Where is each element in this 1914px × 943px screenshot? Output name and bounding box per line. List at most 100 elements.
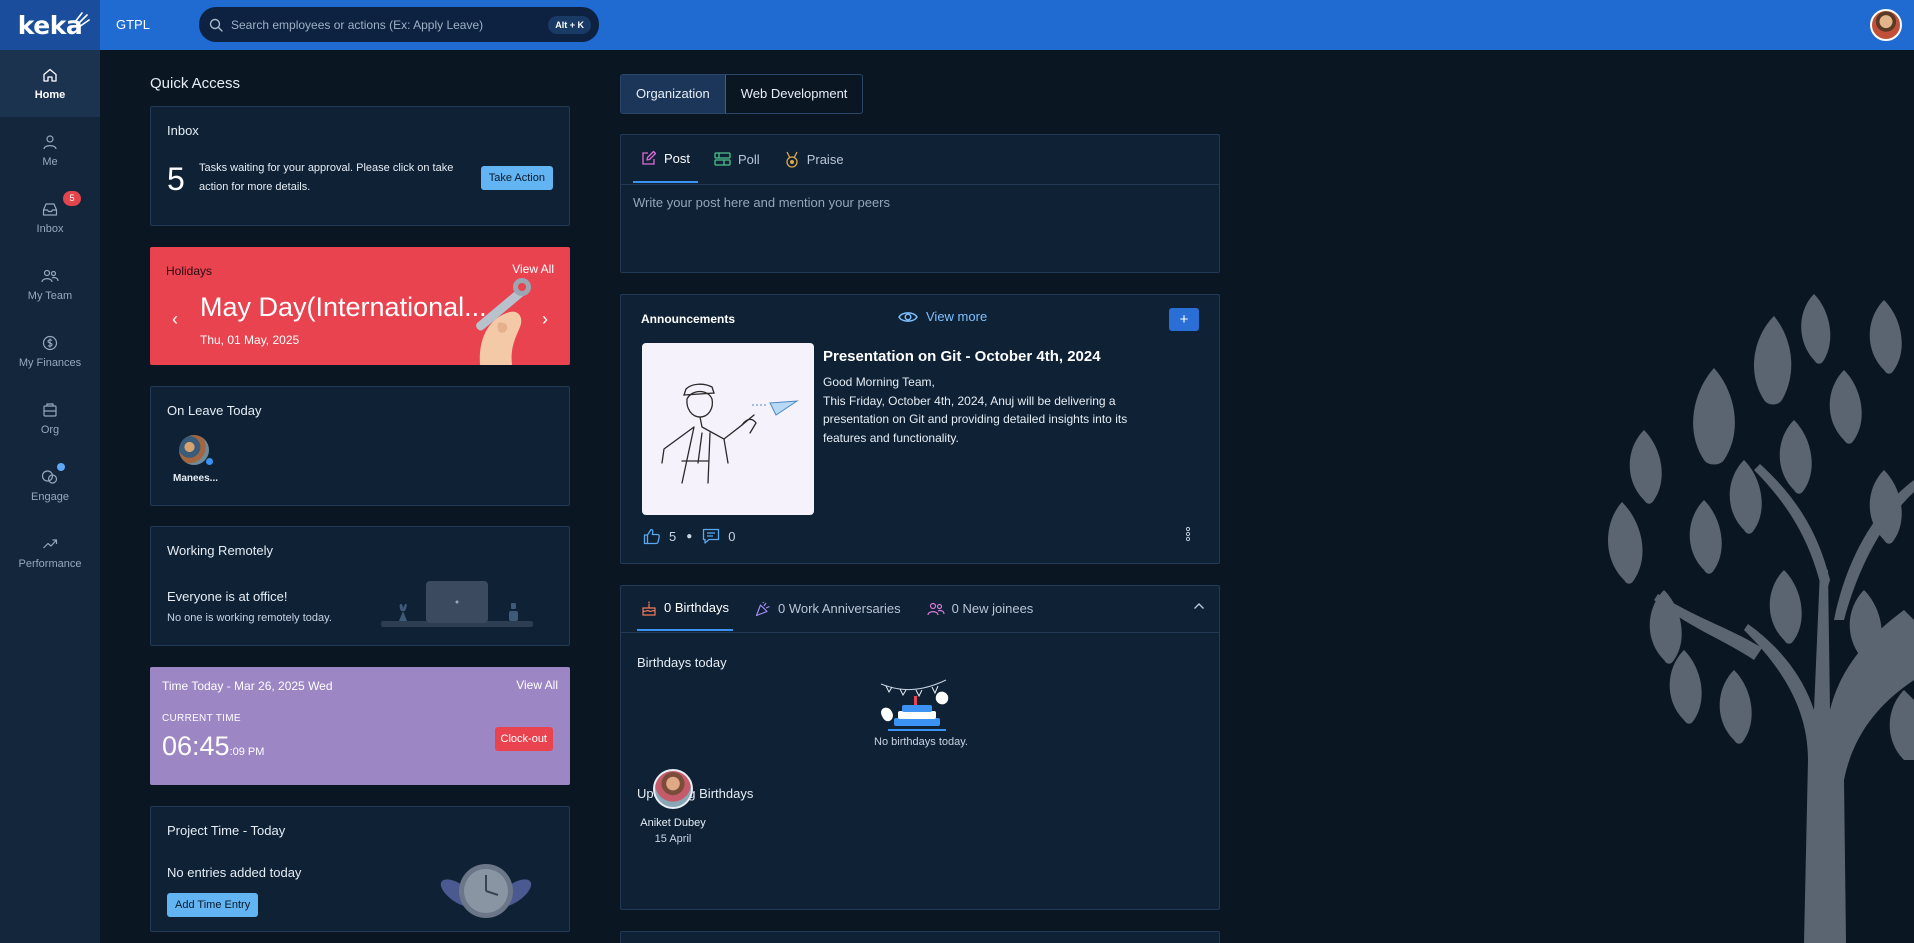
birthdays-today-title: Birthdays today (637, 655, 727, 670)
sidebar-item-label: Org (40, 423, 60, 436)
tab-poll-label: Poll (738, 151, 760, 167)
party-popper-icon (755, 601, 770, 616)
sidebar-item-inbox[interactable]: Inbox 5 (0, 184, 100, 251)
tree-illustration (1608, 294, 1914, 943)
holidays-card-title: Holidays (166, 264, 213, 278)
add-announcement-button[interactable]: + (1169, 308, 1199, 331)
tab-poll[interactable]: Poll (706, 135, 768, 183)
office-desk-illustration (381, 581, 533, 627)
inbox-count-badge: 5 (63, 191, 81, 206)
announcement-image (642, 343, 814, 515)
sidebar-item-engage[interactable]: Engage (0, 452, 100, 519)
poll-icon (714, 152, 731, 166)
announcements-panel: Announcements View more + Presentation o… (620, 294, 1220, 564)
sidebar-item-label: Inbox (36, 222, 64, 235)
holidays-card: Holidays May Day(International... Thu, 0… (150, 247, 570, 365)
inbox-description: Tasks waiting for your approval. Please … (199, 162, 454, 193)
on-leave-card-title: On Leave Today (167, 403, 262, 418)
sidebar-item-org[interactable]: Org (0, 385, 100, 452)
post-composer: Post Poll Praise (620, 134, 1220, 273)
holiday-next-arrow-icon[interactable]: › (542, 309, 548, 330)
working-remotely-card: Working Remotely Everyone is at office! … (150, 526, 570, 646)
performance-icon (43, 538, 58, 548)
leave-status-dot (205, 457, 214, 466)
org-icon (43, 402, 57, 417)
holiday-prev-arrow-icon[interactable]: ‹ (172, 309, 178, 330)
clock-illustration (440, 864, 532, 918)
view-more-label: View more (926, 309, 988, 324)
time-view-all-link[interactable]: View All (516, 678, 558, 692)
take-action-button[interactable]: Take Action (480, 166, 553, 190)
engage-icon (41, 469, 58, 484)
search-input[interactable] (231, 17, 549, 32)
view-more-link[interactable]: View more (898, 309, 987, 324)
sidebar-item-my-finances[interactable]: My Finances (0, 318, 100, 385)
post-input[interactable] (633, 195, 1203, 245)
tab-new-joinees-label: 0 New joinees (951, 601, 1034, 616)
sidebar-item-my-team[interactable]: My Team (0, 251, 100, 318)
announcement-body: Good Morning Team, This Friday, October … (823, 375, 1128, 445)
chevron-up-icon[interactable] (1193, 602, 1205, 610)
eye-icon (898, 311, 918, 322)
current-time-seconds: :09 PM (229, 746, 265, 758)
no-birthdays-text: No birthdays today. (874, 736, 968, 748)
current-time-label: CURRENT TIME (162, 713, 241, 724)
composer-tabs: Post Poll Praise (633, 135, 860, 185)
sidebar-item-label: Engage (31, 490, 69, 503)
tab-post[interactable]: Post (633, 135, 699, 183)
home-icon (43, 68, 57, 82)
user-avatar[interactable] (1870, 9, 1902, 41)
time-today-card: Time Today - Mar 26, 2025 Wed View All C… (150, 667, 570, 785)
medal-icon (786, 151, 798, 168)
upcoming-birthday-avatar[interactable] (653, 769, 693, 809)
tab-birthdays-label: 0 Birthdays (664, 600, 730, 615)
tab-new-joinees[interactable]: 0 New joinees (923, 586, 1038, 631)
feed-scope-tabs: Organization Web Development (620, 74, 864, 114)
tab-praise-label: Praise (806, 151, 844, 167)
inbox-card-title: Inbox (167, 123, 199, 138)
sidebar-item-home[interactable]: Home (0, 50, 100, 117)
org-name[interactable]: GTPL (116, 17, 150, 32)
sidebar-item-performance[interactable]: Performance (0, 519, 100, 586)
tab-organization[interactable]: Organization (621, 75, 726, 113)
announcement-headline[interactable]: Presentation on Git - October 4th, 2024 (823, 348, 1101, 365)
holiday-name: May Day(International... (200, 292, 487, 322)
birthday-cake-illustration (880, 679, 949, 731)
project-time-empty-text: No entries added today (167, 865, 302, 880)
more-options-icon[interactable] (1185, 526, 1191, 542)
upcoming-birthday-name: Aniket Dubey (640, 817, 706, 829)
search-bar[interactable]: Alt + K (199, 7, 599, 42)
tab-praise[interactable]: Praise (776, 135, 852, 183)
sidebar-item-me[interactable]: Me (0, 117, 100, 184)
inbox-icon (42, 202, 58, 216)
new-joinees-icon (927, 602, 945, 615)
tab-post-label: Post (664, 150, 691, 166)
logo-container[interactable]: keka (0, 0, 100, 50)
holidays-view-all-link[interactable]: View All (512, 262, 554, 276)
sidebar: Home Me Inbox 5 My Team My Finances Org … (0, 50, 100, 943)
tab-web-development[interactable]: Web Development (726, 75, 863, 113)
engage-notification-dot (57, 463, 65, 471)
remote-status-sub: No one is working remotely today. (167, 612, 332, 624)
comment-icon[interactable] (702, 528, 720, 545)
sidebar-item-label: Home (34, 88, 66, 101)
comment-count: 0 (728, 529, 736, 544)
composer-divider (621, 184, 1219, 185)
search-shortcut-badge: Alt + K (548, 15, 591, 34)
quick-access-title: Quick Access (150, 75, 241, 92)
tab-work-anniversaries-label: 0 Work Anniversaries (778, 601, 901, 616)
sidebar-item-label: My Finances (18, 356, 82, 369)
team-icon (41, 269, 59, 282)
current-time-value: 06:45:09 PM (162, 731, 264, 762)
clock-out-button[interactable]: Clock-out (494, 727, 553, 751)
project-time-card: Project Time - Today No entries added to… (150, 806, 570, 932)
add-time-entry-button[interactable]: Add Time Entry (167, 893, 259, 917)
tab-work-anniversaries[interactable]: 0 Work Anniversaries (751, 586, 905, 631)
paper-plane-sketch-illustration (661, 383, 799, 484)
edit-icon (642, 150, 657, 165)
cake-icon (642, 600, 656, 616)
sidebar-item-label: My Team (27, 289, 73, 302)
celebration-tabs: 0 Birthdays 0 Work Anniversaries 0 New j… (637, 586, 1055, 632)
thumbs-up-icon[interactable] (643, 528, 661, 545)
tab-birthdays[interactable]: 0 Birthdays (637, 586, 734, 631)
